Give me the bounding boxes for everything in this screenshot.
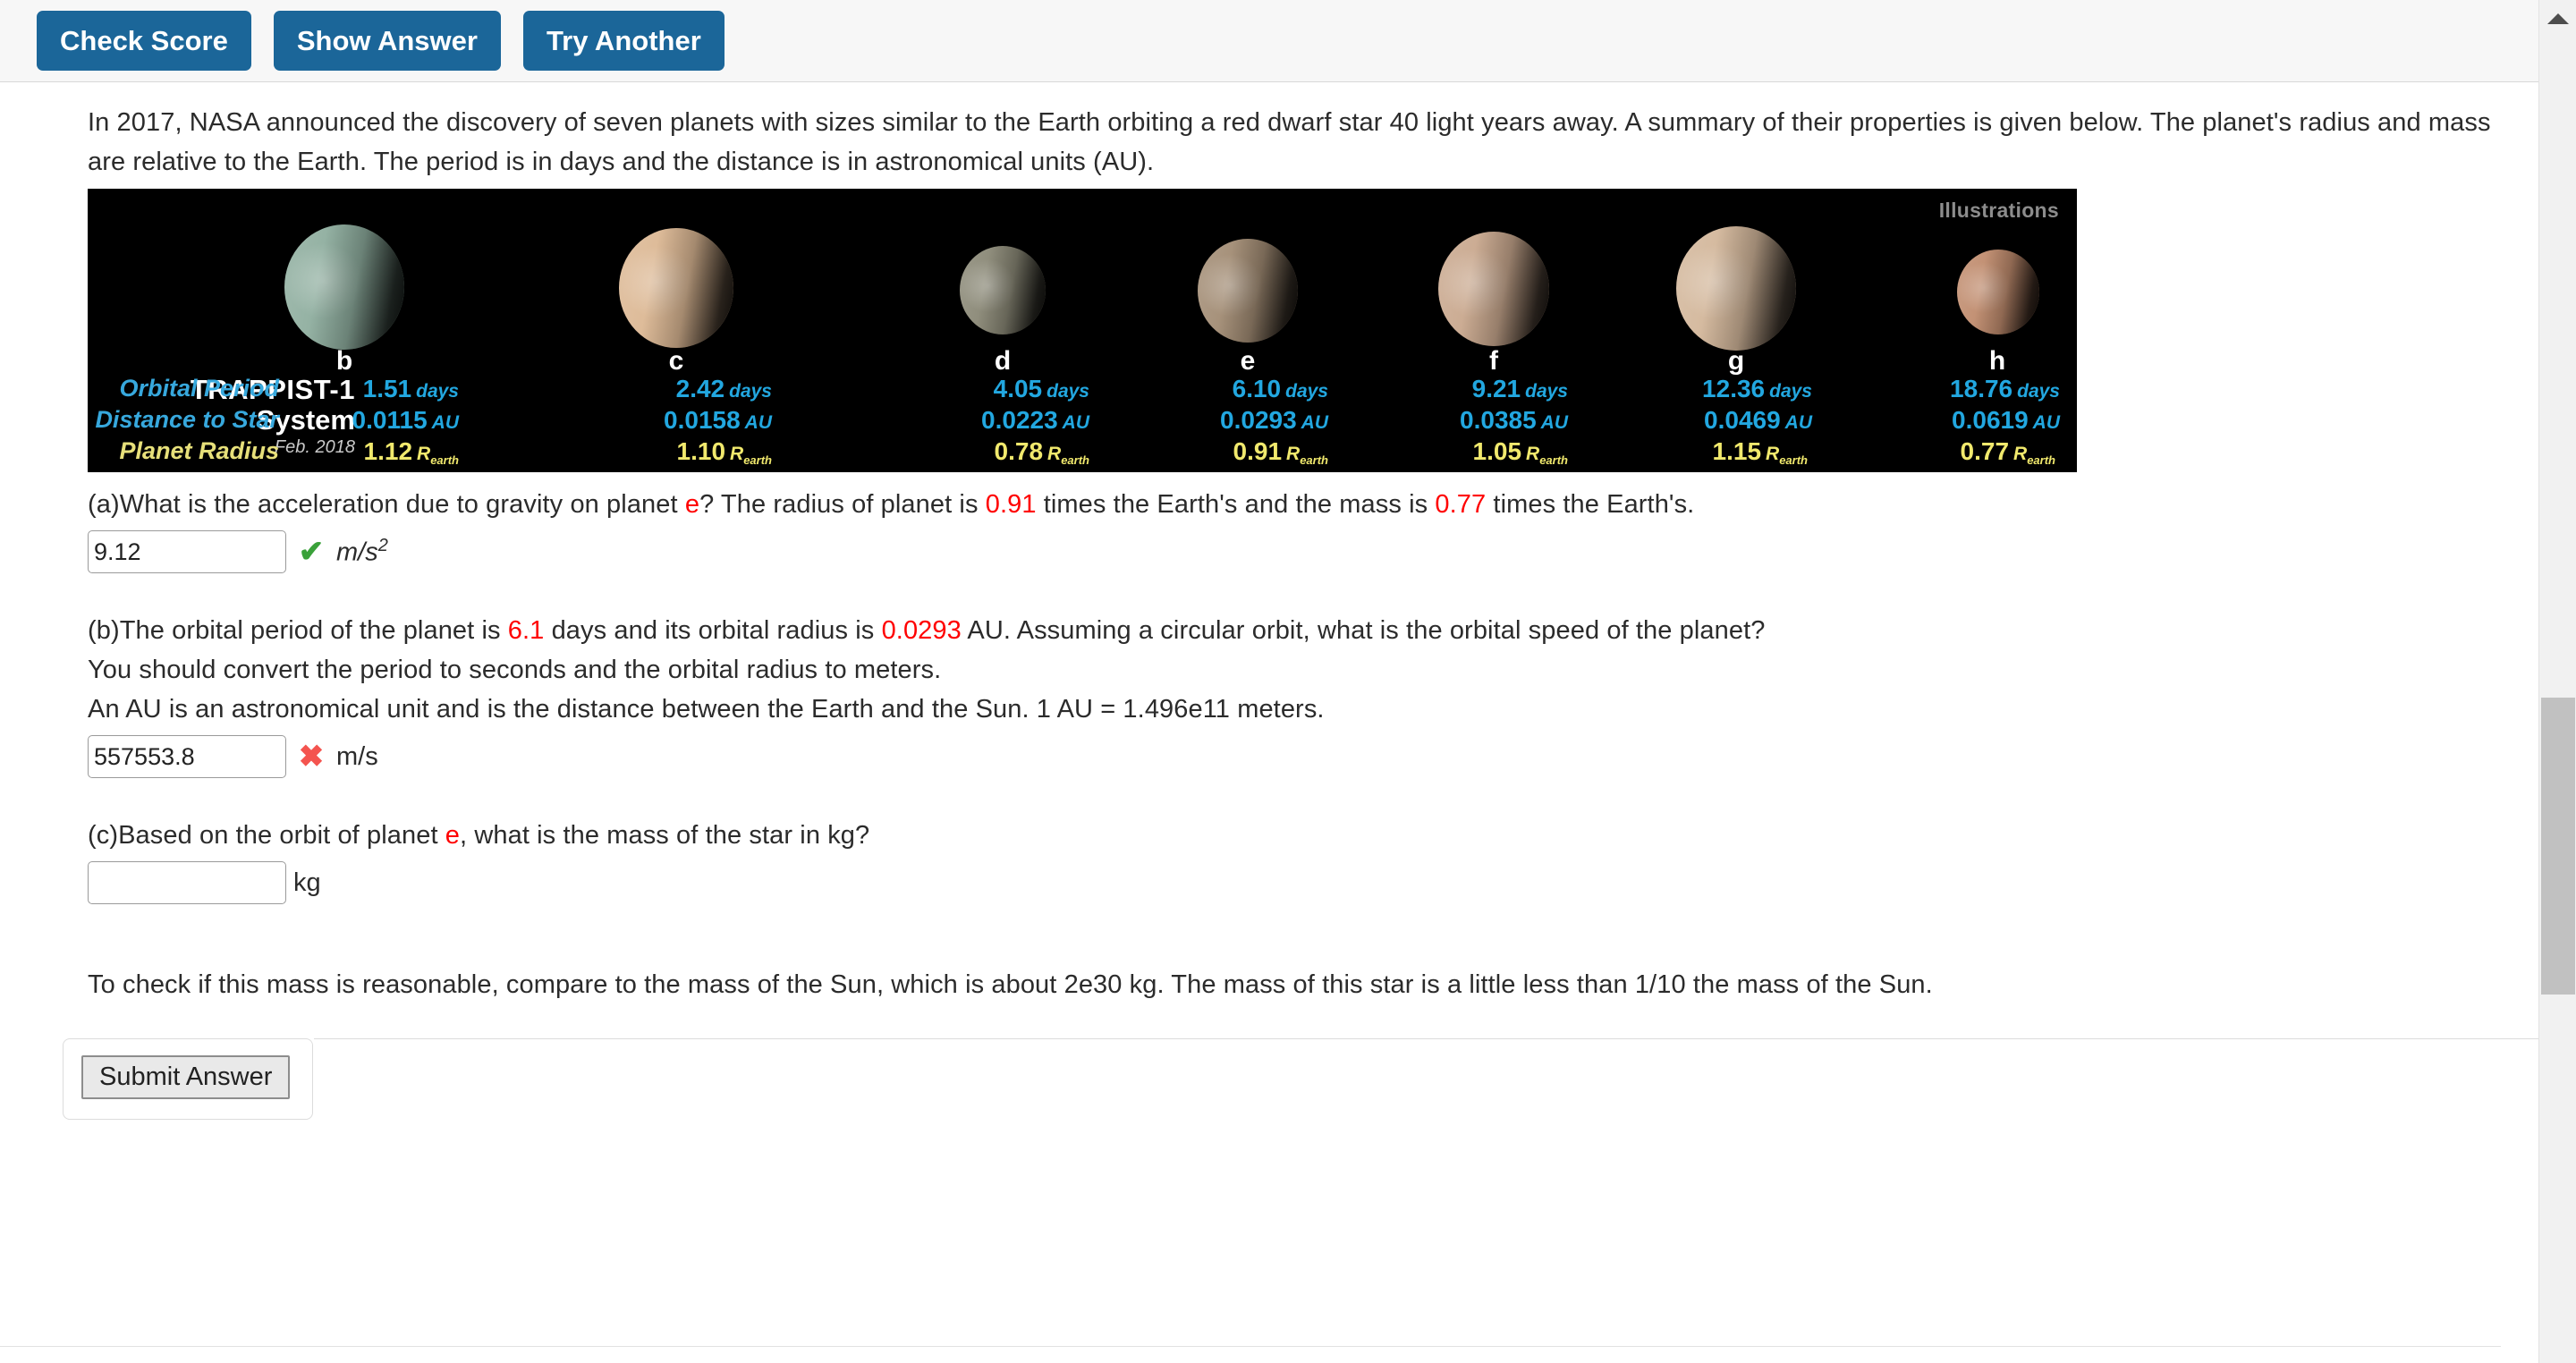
planet-d-image xyxy=(960,246,1046,334)
cell-mass-c: 1.16Mearth xyxy=(660,469,772,472)
cell-distance-e: 0.0293 AU xyxy=(1220,406,1328,434)
planet-e-image xyxy=(1198,239,1298,343)
cell-distance-f: 0.0385 AU xyxy=(1460,406,1568,434)
planet-label-h: h xyxy=(1988,346,2006,376)
submit-panel: Submit Answer xyxy=(63,1038,2539,1120)
row-label-orbital-period: Orbital Period xyxy=(119,375,279,402)
cell-radius-e: 0.91 Rearth xyxy=(1233,437,1328,468)
qa-planet: e xyxy=(684,490,700,519)
qa-part3: times the Earth's and the mass is xyxy=(1036,490,1436,519)
planet-label-f: f xyxy=(1489,346,1498,376)
cell-radius-c: 1.10 Rearth xyxy=(676,437,772,468)
scrollbar-thumb[interactable] xyxy=(2541,698,2575,995)
cell-period-c: 2.42 days xyxy=(675,375,772,402)
cell-mass-d: 0.30Mearth xyxy=(978,469,1089,472)
cell-distance-d: 0.0223 AU xyxy=(981,406,1089,434)
qa-radius-value: 0.91 xyxy=(985,490,1037,519)
qa-mass-value: 0.77 xyxy=(1435,490,1487,519)
cell-period-b: 1.51 days xyxy=(362,375,459,402)
question-a-answer-row: ✔ m/s2 xyxy=(88,530,2538,573)
qc-part1: (c)Based on the orbit of planet xyxy=(88,821,445,850)
cell-mass-e: 0.77Mearth xyxy=(1216,469,1328,472)
content-area: In 2017, NASA announced the discovery of… xyxy=(0,83,2539,1363)
planet-c-image xyxy=(619,228,733,348)
intro-paragraph: In 2017, NASA announced the discovery of… xyxy=(88,108,2491,176)
cell-distance-c: 0.0158 AU xyxy=(664,406,772,434)
illustrations-label: Illustrations xyxy=(1938,199,2059,222)
incorrect-cross-icon: ✖ xyxy=(298,740,325,774)
cell-radius-h: 0.77 Rearth xyxy=(1960,437,2055,468)
submit-divider xyxy=(314,1038,2539,1039)
qa-part4: times the Earth's. xyxy=(1486,490,1695,519)
unit-c: kg xyxy=(293,868,321,897)
planet-b-image xyxy=(284,224,404,350)
trappist-figure: Illustrations TRAPPIST-1 System Feb. 201… xyxy=(88,189,2077,472)
check-score-button[interactable]: Check Score xyxy=(37,11,251,71)
page-root: Check Score Show Answer Try Another In 2… xyxy=(0,0,2576,1363)
row-label-planet-radius: Planet Radius xyxy=(119,437,279,464)
cell-period-d: 4.05 days xyxy=(993,375,1089,402)
vertical-scrollbar[interactable] xyxy=(2538,0,2576,1363)
scroll-up-arrow-icon[interactable] xyxy=(2539,0,2576,38)
cell-mass-h: 0.33Mearth xyxy=(1944,469,2055,472)
answer-input-b[interactable] xyxy=(88,735,286,778)
qa-part2: ? The radius of planet is xyxy=(699,490,986,519)
planet-h-image xyxy=(1957,250,2039,334)
planet-f-image xyxy=(1438,232,1549,346)
planet-label-b: b xyxy=(335,346,353,376)
planet-label-g: g xyxy=(1727,346,1745,376)
question-b-line1: (b)The orbital period of the planet is 6… xyxy=(88,611,2538,650)
toolbar: Check Score Show Answer Try Another xyxy=(0,0,2538,82)
question-b-answer-row: ✖ m/s xyxy=(88,735,2538,778)
cell-period-f: 9.21 days xyxy=(1471,375,1568,402)
unit-b: m/s xyxy=(336,741,378,771)
cell-radius-b: 1.12 Rearth xyxy=(363,437,459,468)
qc-part2: , what is the mass of the star in kg? xyxy=(460,821,870,850)
cell-radius-d: 0.78 Rearth xyxy=(994,437,1089,468)
question-b-line3: An AU is an astronomical unit and is the… xyxy=(88,695,1325,724)
cell-period-h: 18.76 days xyxy=(1950,375,2060,402)
question-c-answer-row: kg xyxy=(88,861,2538,904)
planet-label-d: d xyxy=(994,346,1012,376)
qb-period-value: 6.1 xyxy=(507,616,545,645)
planet-g-image xyxy=(1676,226,1796,351)
cell-distance-b: 0.0115 AU xyxy=(352,406,459,434)
question-b-line2: You should convert the period to seconds… xyxy=(88,656,942,684)
cell-mass-b: 1.02Mearth xyxy=(347,469,459,472)
row-label-distance-to-star: Distance to Star xyxy=(95,406,279,433)
show-answer-button[interactable]: Show Answer xyxy=(273,11,501,71)
cell-period-e: 6.10 days xyxy=(1232,375,1328,402)
answer-input-c[interactable] xyxy=(88,861,286,904)
qb-part3: AU. Assuming a circular orbit, what is t… xyxy=(961,616,1766,645)
planet-label-c: c xyxy=(668,346,684,376)
qa-part1: (a)What is the acceleration due to gravi… xyxy=(88,490,685,519)
footer-note: To check if this mass is reasonable, com… xyxy=(88,970,1933,999)
cell-radius-f: 1.05 Rearth xyxy=(1472,437,1568,468)
row-label-planet-mass: Planet Mass xyxy=(88,469,279,472)
planet-label-e: e xyxy=(1240,346,1256,376)
question-b-block: (b)The orbital period of the planet is 6… xyxy=(0,611,2538,778)
answer-input-a[interactable] xyxy=(88,530,286,573)
bottom-divider xyxy=(0,1346,2501,1347)
unit-a: m/s2 xyxy=(336,536,388,567)
correct-check-icon: ✔ xyxy=(298,535,325,569)
cell-distance-g: 0.0469 AU xyxy=(1704,406,1812,434)
qc-planet: e xyxy=(445,821,461,850)
try-another-button[interactable]: Try Another xyxy=(522,11,724,71)
qb-part2: days and its orbital radius is xyxy=(544,616,882,645)
cell-period-g: 12.36 days xyxy=(1702,375,1812,402)
cell-mass-f: 0.93Mearth xyxy=(1456,469,1568,472)
submit-answer-button[interactable]: Submit Answer xyxy=(81,1055,291,1099)
question-c-text: (c)Based on the orbit of planet e, what … xyxy=(88,816,2538,855)
qb-part1: (b)The orbital period of the planet is xyxy=(88,616,508,645)
question-c-block: (c)Based on the orbit of planet e, what … xyxy=(0,816,2538,904)
cell-distance-h: 0.0619 AU xyxy=(1952,406,2060,434)
question-a-block: (a)What is the acceleration due to gravi… xyxy=(0,472,2538,573)
cell-mass-g: 1.15Mearth xyxy=(1696,469,1808,472)
question-a-text: (a)What is the acceleration due to gravi… xyxy=(88,472,2538,524)
cell-radius-g: 1.15 Rearth xyxy=(1712,437,1808,468)
qb-radius-value: 0.0293 xyxy=(881,616,962,645)
